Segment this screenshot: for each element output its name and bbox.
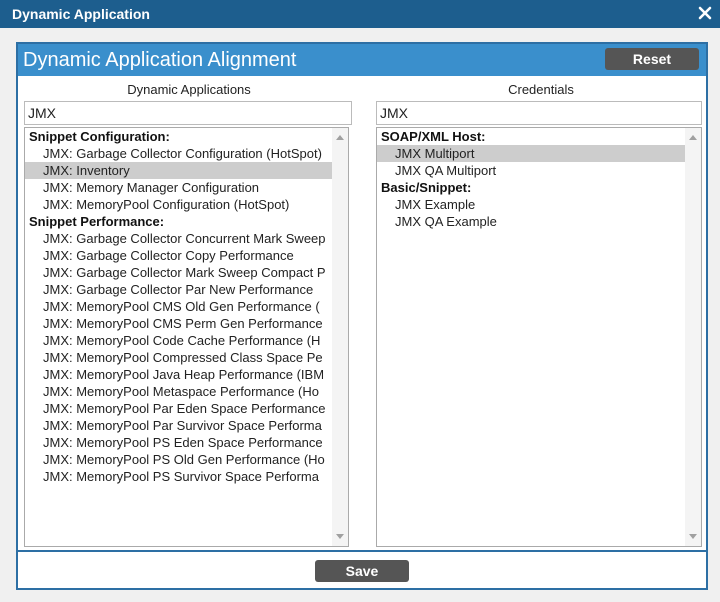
- list-item[interactable]: JMX Multiport: [377, 145, 685, 162]
- alignment-dialog: Dynamic Application Alignment Reset Dyna…: [16, 42, 708, 590]
- credentials-label: Credentials: [508, 82, 574, 97]
- list-item[interactable]: JMX: Garbage Collector Mark Sweep Compac…: [25, 264, 332, 281]
- apps-list-items: Snippet Configuration: JMX: Garbage Colle…: [25, 128, 332, 546]
- scroll-down-icon[interactable]: [336, 534, 344, 539]
- list-item[interactable]: JMX: MemoryPool Par Survivor Space Perfo…: [25, 417, 332, 434]
- list-item[interactable]: JMX: Memory Manager Configuration: [25, 179, 332, 196]
- list-item[interactable]: JMX: MemoryPool PS Eden Space Performanc…: [25, 434, 332, 451]
- list-item[interactable]: JMX: MemoryPool PS Survivor Space Perfor…: [25, 468, 332, 485]
- list-item[interactable]: JMX: MemoryPool PS Old Gen Performance (…: [25, 451, 332, 468]
- scroll-down-icon[interactable]: [689, 534, 697, 539]
- credentials-scrollbar[interactable]: [685, 128, 701, 546]
- credentials-filter-input[interactable]: JMX: [376, 101, 702, 125]
- list-group-header: Basic/Snippet:: [381, 180, 472, 195]
- scroll-up-icon[interactable]: [689, 135, 697, 140]
- list-item[interactable]: JMX: Garbage Collector Configuration (Ho…: [25, 145, 332, 162]
- list-item[interactable]: JMX: MemoryPool CMS Perm Gen Performance: [25, 315, 332, 332]
- list-item[interactable]: JMX: Garbage Collector Par New Performan…: [25, 281, 332, 298]
- reset-button[interactable]: Reset: [605, 48, 699, 70]
- dialog-header: Dynamic Application Alignment Reset: [18, 44, 706, 76]
- list-group-header: Snippet Configuration:: [29, 129, 170, 144]
- apps-filter-input[interactable]: JMX: [24, 101, 352, 125]
- list-item[interactable]: JMX: MemoryPool Code Cache Performance (…: [25, 332, 332, 349]
- list-item[interactable]: JMX: Garbage Collector Concurrent Mark S…: [25, 230, 332, 247]
- credentials-list-items: SOAP/XML Host: JMX Multiport JMX QA Multip…: [377, 128, 685, 546]
- list-item[interactable]: JMX: MemoryPool Compressed Class Space P…: [25, 349, 332, 366]
- list-item[interactable]: JMX: MemoryPool Par Eden Space Performan…: [25, 400, 332, 417]
- list-item[interactable]: JMX QA Example: [377, 213, 685, 230]
- list-item[interactable]: JMX: Garbage Collector Copy Performance: [25, 247, 332, 264]
- dialog-footer: Save: [18, 550, 706, 588]
- list-item[interactable]: JMX: MemoryPool CMS Old Gen Performance …: [25, 298, 332, 315]
- window-title: Dynamic Application: [12, 6, 150, 22]
- apps-scrollbar[interactable]: [332, 128, 348, 546]
- dynamic-applications-label: Dynamic Applications: [127, 82, 251, 97]
- close-icon[interactable]: [695, 3, 715, 23]
- save-button[interactable]: Save: [315, 560, 409, 582]
- list-item[interactable]: JMX QA Multiport: [377, 162, 685, 179]
- list-group-header: SOAP/XML Host:: [381, 129, 486, 144]
- list-item[interactable]: JMX Example: [377, 196, 685, 213]
- list-group-header: Snippet Performance:: [29, 214, 165, 229]
- list-item[interactable]: JMX: Inventory: [25, 162, 332, 179]
- scroll-up-icon[interactable]: [336, 135, 344, 140]
- dialog-title: Dynamic Application Alignment: [23, 49, 297, 71]
- window-titlebar: Dynamic Application: [0, 0, 720, 28]
- credentials-listbox[interactable]: SOAP/XML Host: JMX Multiport JMX QA Multip…: [376, 127, 702, 547]
- list-item[interactable]: JMX: MemoryPool Java Heap Performance (I…: [25, 366, 332, 383]
- list-item[interactable]: JMX: MemoryPool Configuration (HotSpot): [25, 196, 332, 213]
- close-x-glyph: [698, 6, 712, 20]
- list-item[interactable]: JMX: MemoryPool Metaspace Performance (H…: [25, 383, 332, 400]
- apps-listbox[interactable]: Snippet Configuration: JMX: Garbage Colle…: [24, 127, 349, 547]
